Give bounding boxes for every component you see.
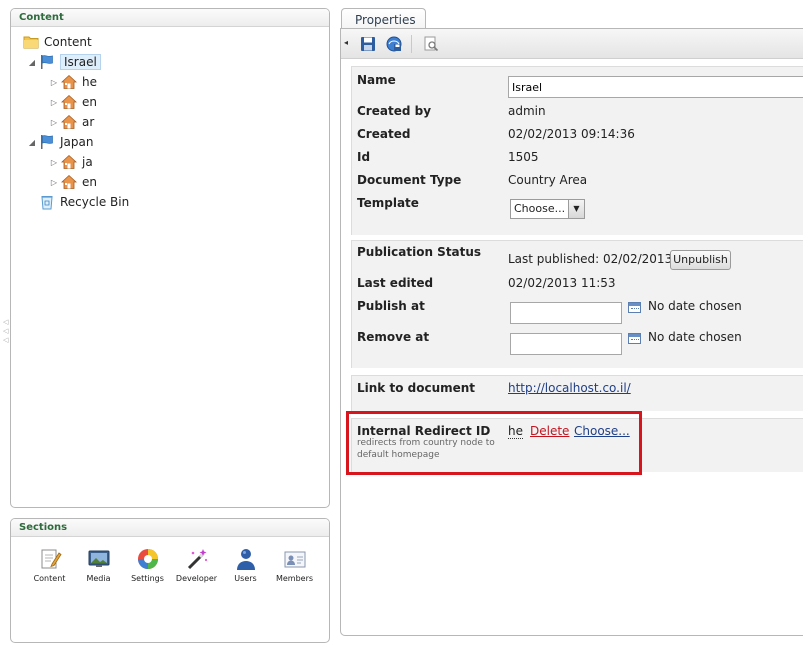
home-icon (60, 174, 78, 190)
media-monitor-icon (87, 547, 111, 571)
collapsed-arrow-icon[interactable]: ▷ (49, 77, 59, 87)
last-edited-value: 02/02/2013 11:53 (508, 276, 616, 290)
preview-icon[interactable] (423, 36, 439, 52)
section-label: Content (33, 574, 66, 583)
template-label: Template (357, 196, 419, 210)
publish-at-label: Publish at (357, 299, 425, 313)
pencil-document-icon (38, 547, 62, 571)
section-label: Developer (175, 574, 218, 583)
id-value: 1505 (508, 150, 539, 164)
chevron-down-icon[interactable]: ▼ (568, 200, 584, 218)
last-edited-label: Last edited (357, 276, 434, 290)
tree-node-label: Israel (60, 54, 101, 70)
tree-node-label: ar (82, 115, 95, 129)
properties-toolbar: ◂ (341, 29, 803, 59)
section-developer[interactable]: Developer (172, 547, 221, 583)
created-value: 02/02/2013 09:14:36 (508, 127, 635, 141)
recycle-bin-icon (39, 194, 55, 210)
tree-node-label: Japan (60, 135, 94, 149)
tree-node-israel-he[interactable]: ▷ he (49, 73, 97, 91)
magic-wand-icon (185, 547, 209, 571)
tree-node-japan-en[interactable]: ▷ en (49, 173, 97, 191)
calendar-icon[interactable] (628, 333, 641, 344)
internal-redirect-label: Internal Redirect ID (357, 424, 491, 438)
collapsed-arrow-icon[interactable]: ▷ (49, 157, 59, 167)
name-input[interactable] (508, 76, 803, 98)
publish-at-input[interactable] (510, 302, 622, 324)
content-panel-title: Content (11, 9, 329, 27)
tree-node-label: Content (44, 35, 92, 49)
internal-redirect-help: redirects from country node to default h… (357, 438, 495, 460)
section-members[interactable]: Members (270, 547, 319, 583)
created-by-label: Created by (357, 104, 432, 118)
tree-node-label: ja (82, 155, 93, 169)
name-label: Name (357, 73, 396, 87)
created-by-value: admin (508, 104, 546, 118)
section-users[interactable]: Users (221, 547, 270, 583)
tree-node-label: en (82, 95, 97, 109)
link-to-document-label: Link to document (357, 381, 476, 395)
remove-at-status: No date chosen (648, 330, 742, 344)
tree-node-japan-ja[interactable]: ▷ ja (49, 153, 93, 171)
delete-link[interactable]: Delete (530, 424, 569, 438)
country-flag-icon (39, 134, 55, 150)
save-publish-icon[interactable] (386, 36, 402, 52)
tree-node-recycle-bin[interactable]: Recycle Bin (39, 193, 129, 211)
template-select[interactable]: Choose... ▼ (510, 199, 585, 219)
section-label: Media (86, 574, 111, 583)
section-settings[interactable]: Settings (123, 547, 172, 583)
remove-at-input[interactable] (510, 333, 622, 355)
user-icon (234, 547, 258, 571)
content-tree-panel: Content Content ◢ Israel ▷ he ▷ en ▷ ar … (10, 8, 330, 508)
tree-node-label: he (82, 75, 97, 89)
publication-status-value: Last published: 02/02/2013 (508, 252, 673, 266)
save-icon[interactable] (360, 36, 376, 52)
home-icon (60, 114, 78, 130)
tree-node-label: Recycle Bin (60, 195, 130, 209)
content-tree: Content ◢ Israel ▷ he ▷ en ▷ ar ◢ Japan … (11, 27, 329, 210)
tree-node-label: en (82, 175, 97, 189)
member-card-icon (283, 547, 307, 571)
publication-status-label: Publication Status (357, 245, 482, 259)
home-icon (60, 154, 78, 170)
publish-at-status: No date chosen (648, 299, 742, 313)
expanded-arrow-icon[interactable]: ◢ (27, 137, 37, 147)
collapsed-arrow-icon[interactable]: ▷ (49, 117, 59, 127)
splitter-grip-icon[interactable]: ◁ ◁ ◁ (3, 318, 9, 348)
home-icon (60, 74, 78, 90)
document-type-label: Document Type (357, 173, 462, 187)
tree-node-japan[interactable]: ◢ Japan (27, 133, 93, 151)
tree-node-content-root[interactable]: Content (23, 33, 92, 51)
created-label: Created (357, 127, 411, 141)
tree-node-israel-ar[interactable]: ▷ ar (49, 113, 94, 131)
country-flag-icon (39, 54, 55, 70)
sections-panel-title: Sections (11, 519, 329, 537)
section-media[interactable]: Media (74, 547, 123, 583)
calendar-icon[interactable] (628, 302, 641, 313)
home-icon (60, 94, 78, 110)
folder-icon (23, 34, 39, 50)
tab-properties[interactable]: Properties (341, 8, 426, 30)
color-wheel-icon (136, 547, 160, 571)
section-label: Members (275, 574, 314, 583)
tree-node-israel-en[interactable]: ▷ en (49, 93, 97, 111)
document-type-value: Country Area (508, 173, 588, 187)
section-content[interactable]: Content (25, 547, 74, 583)
sections-panel: Sections Content Media Settings Develope… (10, 518, 330, 643)
collapse-arrow-icon[interactable]: ◂ (344, 38, 352, 54)
unpublish-button[interactable]: Unpublish (670, 250, 731, 270)
internal-redirect-value: he (508, 424, 523, 439)
tree-node-israel[interactable]: ◢ Israel (27, 53, 101, 71)
collapsed-arrow-icon[interactable]: ▷ (49, 97, 59, 107)
expanded-arrow-icon[interactable]: ◢ (27, 57, 37, 67)
section-label: Users (234, 574, 257, 583)
document-link[interactable]: http://localhost.co.il/ (508, 381, 631, 395)
id-label: Id (357, 150, 371, 164)
template-select-value: Choose... (514, 202, 566, 215)
collapsed-arrow-icon[interactable]: ▷ (49, 177, 59, 187)
choose-link[interactable]: Choose... (574, 424, 630, 438)
remove-at-label: Remove at (357, 330, 430, 344)
section-label: Settings (131, 574, 164, 583)
